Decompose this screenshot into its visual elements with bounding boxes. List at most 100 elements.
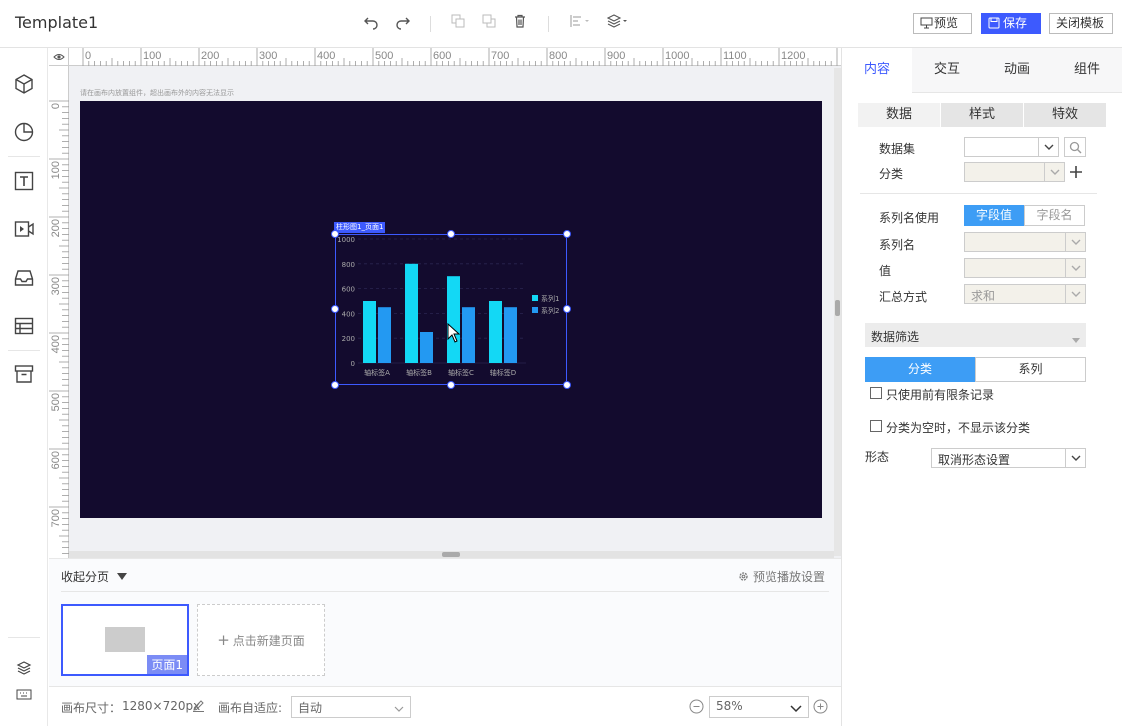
resize-handle-r[interactable]: [563, 305, 571, 313]
subtab-effects[interactable]: 特效: [1024, 103, 1106, 127]
save-button[interactable]: 保存: [981, 13, 1041, 34]
caret-down-icon: [1072, 332, 1080, 346]
search-icon[interactable]: [1064, 137, 1086, 157]
ruler-y-label: 700: [50, 509, 62, 527]
resize-handle-tr[interactable]: [563, 230, 571, 238]
ruler-x-label: 800: [549, 50, 567, 62]
ruler-y-label: 0: [50, 103, 62, 109]
top-toolbar: Template1 预览 保存 关闭模板: [0, 0, 1122, 48]
close-template-button[interactable]: 关闭模板: [1049, 13, 1113, 34]
new-page-button[interactable]: + 点击新建页面: [197, 604, 325, 676]
resize-handle-b[interactable]: [447, 381, 455, 389]
floppy-icon: [988, 16, 1003, 35]
text-icon[interactable]: [10, 167, 38, 195]
series-name-label: 系列名: [879, 238, 916, 252]
eye-icon[interactable]: [49, 48, 69, 66]
tab-component[interactable]: 组件: [1052, 48, 1122, 92]
horizontal-ruler: 0 100 200 300 400 500 600 700 800 900 1000 1100 1200: [69, 48, 841, 66]
series-name-select[interactable]: [964, 232, 1086, 252]
resize-handle-l[interactable]: [331, 305, 339, 313]
zoom-out-icon[interactable]: [689, 699, 704, 717]
canvas-adapt-select[interactable]: 自动: [291, 696, 411, 718]
bring-forward-icon[interactable]: [449, 14, 467, 32]
canvas-adapt-label: 画布自适应:: [218, 701, 283, 715]
template-title[interactable]: Template1: [15, 13, 98, 32]
pie-chart-icon[interactable]: [10, 118, 38, 146]
ruler-y-label: 500: [50, 393, 62, 411]
plus-icon: +: [217, 631, 230, 649]
limit-records-checkbox[interactable]: [870, 387, 882, 399]
hide-empty-checkbox[interactable]: [870, 420, 882, 432]
tab-content[interactable]: 内容: [842, 48, 912, 92]
series-name-use-label: 系列名使用: [879, 211, 940, 225]
chevron-down-icon: [1065, 285, 1085, 303]
ruler-y-label: 300: [50, 277, 62, 295]
dataset-select[interactable]: [964, 137, 1059, 157]
horizontal-scroll-thumb[interactable]: [442, 552, 460, 557]
ruler-x-label: 200: [201, 50, 219, 62]
vertical-ruler: 0 100 200 300 400 500 600 700: [49, 66, 69, 558]
canvas-hint: 请在画布内放置组件，超出画布外的内容无法显示: [80, 89, 234, 97]
undo-icon[interactable]: [362, 14, 380, 32]
category-select[interactable]: [964, 162, 1065, 182]
field-name-toggle[interactable]: 字段名: [1024, 205, 1085, 226]
table-icon[interactable]: [10, 312, 38, 340]
chart-selection-box[interactable]: [335, 234, 567, 385]
ruler-y-label: 600: [50, 451, 62, 469]
zoom-in-icon[interactable]: [813, 699, 828, 717]
ruler-y-label: 200: [50, 219, 62, 237]
align-icon[interactable]: [568, 14, 592, 32]
field-value-toggle[interactable]: 字段值: [964, 205, 1024, 226]
chevron-down-icon: [1065, 259, 1085, 277]
vertical-scroll-thumb[interactable]: [835, 300, 840, 316]
page-label: 页面1: [147, 655, 187, 674]
data-filter-header[interactable]: 数据筛选: [865, 323, 1086, 347]
ruler-x-label: 400: [317, 50, 335, 62]
chevron-down-icon: [1065, 449, 1085, 467]
chevron-down-icon: [1038, 138, 1058, 156]
inbox-icon[interactable]: [10, 264, 38, 292]
preview-button[interactable]: 预览: [913, 13, 972, 34]
tab-interaction[interactable]: 交互: [912, 48, 982, 92]
category-label: 分类: [879, 167, 904, 181]
resize-handle-t[interactable]: [447, 230, 455, 238]
monitor-icon: [920, 16, 934, 35]
subtab-data[interactable]: 数据: [858, 103, 940, 127]
chevron-down-icon: [1044, 163, 1064, 181]
preview-play-settings[interactable]: 预览播放设置: [738, 568, 825, 585]
component-sidebar: [0, 48, 48, 726]
hide-empty-label: 分类为空时，不显示该分类: [886, 421, 1031, 435]
filter-category-tab[interactable]: 分类: [865, 357, 975, 382]
resize-handle-bl[interactable]: [331, 381, 339, 389]
video-icon[interactable]: [10, 215, 38, 243]
summary-select[interactable]: 求和: [964, 284, 1086, 304]
value-select[interactable]: [964, 258, 1086, 278]
tab-animation[interactable]: 动画: [982, 48, 1052, 92]
delete-icon[interactable]: [511, 14, 529, 32]
value-label: 值: [879, 264, 892, 278]
send-backward-icon[interactable]: [480, 14, 498, 32]
edit-size-icon[interactable]: [192, 699, 205, 715]
chevron-down-icon: [790, 702, 802, 716]
keyboard-icon[interactable]: [10, 680, 38, 708]
archive-icon[interactable]: [10, 360, 38, 388]
filter-series-tab[interactable]: 系列: [975, 357, 1086, 382]
add-icon[interactable]: [1067, 163, 1085, 181]
layers-icon[interactable]: [606, 14, 630, 32]
cube-icon[interactable]: [10, 70, 38, 98]
resize-handle-br[interactable]: [563, 381, 571, 389]
zoom-select[interactable]: 58%: [709, 696, 809, 718]
layers-panel-icon[interactable]: [10, 654, 38, 682]
collapse-pages-toggle[interactable]: 收起分页: [61, 568, 127, 585]
ruler-x-label: 700: [491, 50, 509, 62]
page-thumbnail-1[interactable]: 页面1: [61, 604, 189, 676]
summary-label: 汇总方式: [879, 290, 928, 304]
form-label: 形态: [865, 450, 890, 464]
ruler-x-label: 900: [607, 50, 625, 62]
subtab-style[interactable]: 样式: [941, 103, 1023, 127]
resize-handle-tl[interactable]: [331, 230, 339, 238]
redo-icon[interactable]: [394, 14, 412, 32]
ruler-y-label: 400: [50, 335, 62, 353]
form-select[interactable]: 取消形态设置: [931, 448, 1086, 468]
ruler-x-label: 300: [259, 50, 277, 62]
